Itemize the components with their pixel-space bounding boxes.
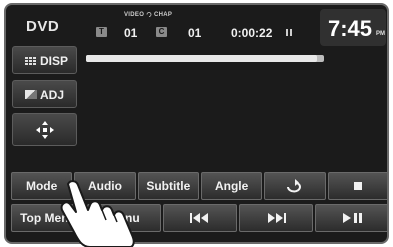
progress-bar[interactable]	[86, 55, 324, 62]
move-button[interactable]	[12, 113, 77, 146]
title-icon: T	[96, 27, 107, 37]
chap-repeat-icon	[146, 12, 152, 17]
chapter-icon: C	[156, 27, 167, 37]
disp-button[interactable]: DISP	[12, 46, 77, 74]
adj-button[interactable]: ADJ	[12, 80, 77, 108]
chapter-number: 01	[188, 26, 202, 40]
clock: 7:45 PM	[320, 9, 386, 46]
stop-icon	[354, 182, 363, 190]
elapsed-time: 0:00:22	[231, 26, 273, 40]
source-label: DVD	[26, 18, 60, 35]
stop-button[interactable]	[327, 172, 387, 200]
chap-label: CHAP	[146, 12, 172, 18]
touch-hand-icon	[60, 180, 135, 247]
grid-icon	[25, 57, 36, 65]
repeat-button[interactable]	[264, 172, 326, 200]
play-pause-icon	[343, 213, 362, 223]
disp-label: DISP	[40, 54, 69, 68]
next-button[interactable]	[239, 204, 313, 232]
progress-fill	[86, 55, 317, 62]
previous-button[interactable]	[163, 204, 237, 232]
title-number: 01	[124, 26, 138, 40]
pause-icon	[286, 29, 292, 36]
adj-label: ADJ	[40, 88, 65, 102]
next-icon	[268, 213, 286, 223]
four-way-arrow-icon	[36, 121, 54, 139]
clock-time: 7:45	[328, 16, 373, 41]
repeat-icon	[286, 179, 301, 193]
video-label: VIDEO	[124, 12, 145, 18]
previous-icon	[190, 213, 208, 223]
picture-adjust-icon	[25, 90, 37, 99]
clock-ampm: PM	[376, 31, 385, 37]
angle-button[interactable]: Angle	[200, 172, 263, 200]
play-pause-button[interactable]	[315, 204, 387, 232]
